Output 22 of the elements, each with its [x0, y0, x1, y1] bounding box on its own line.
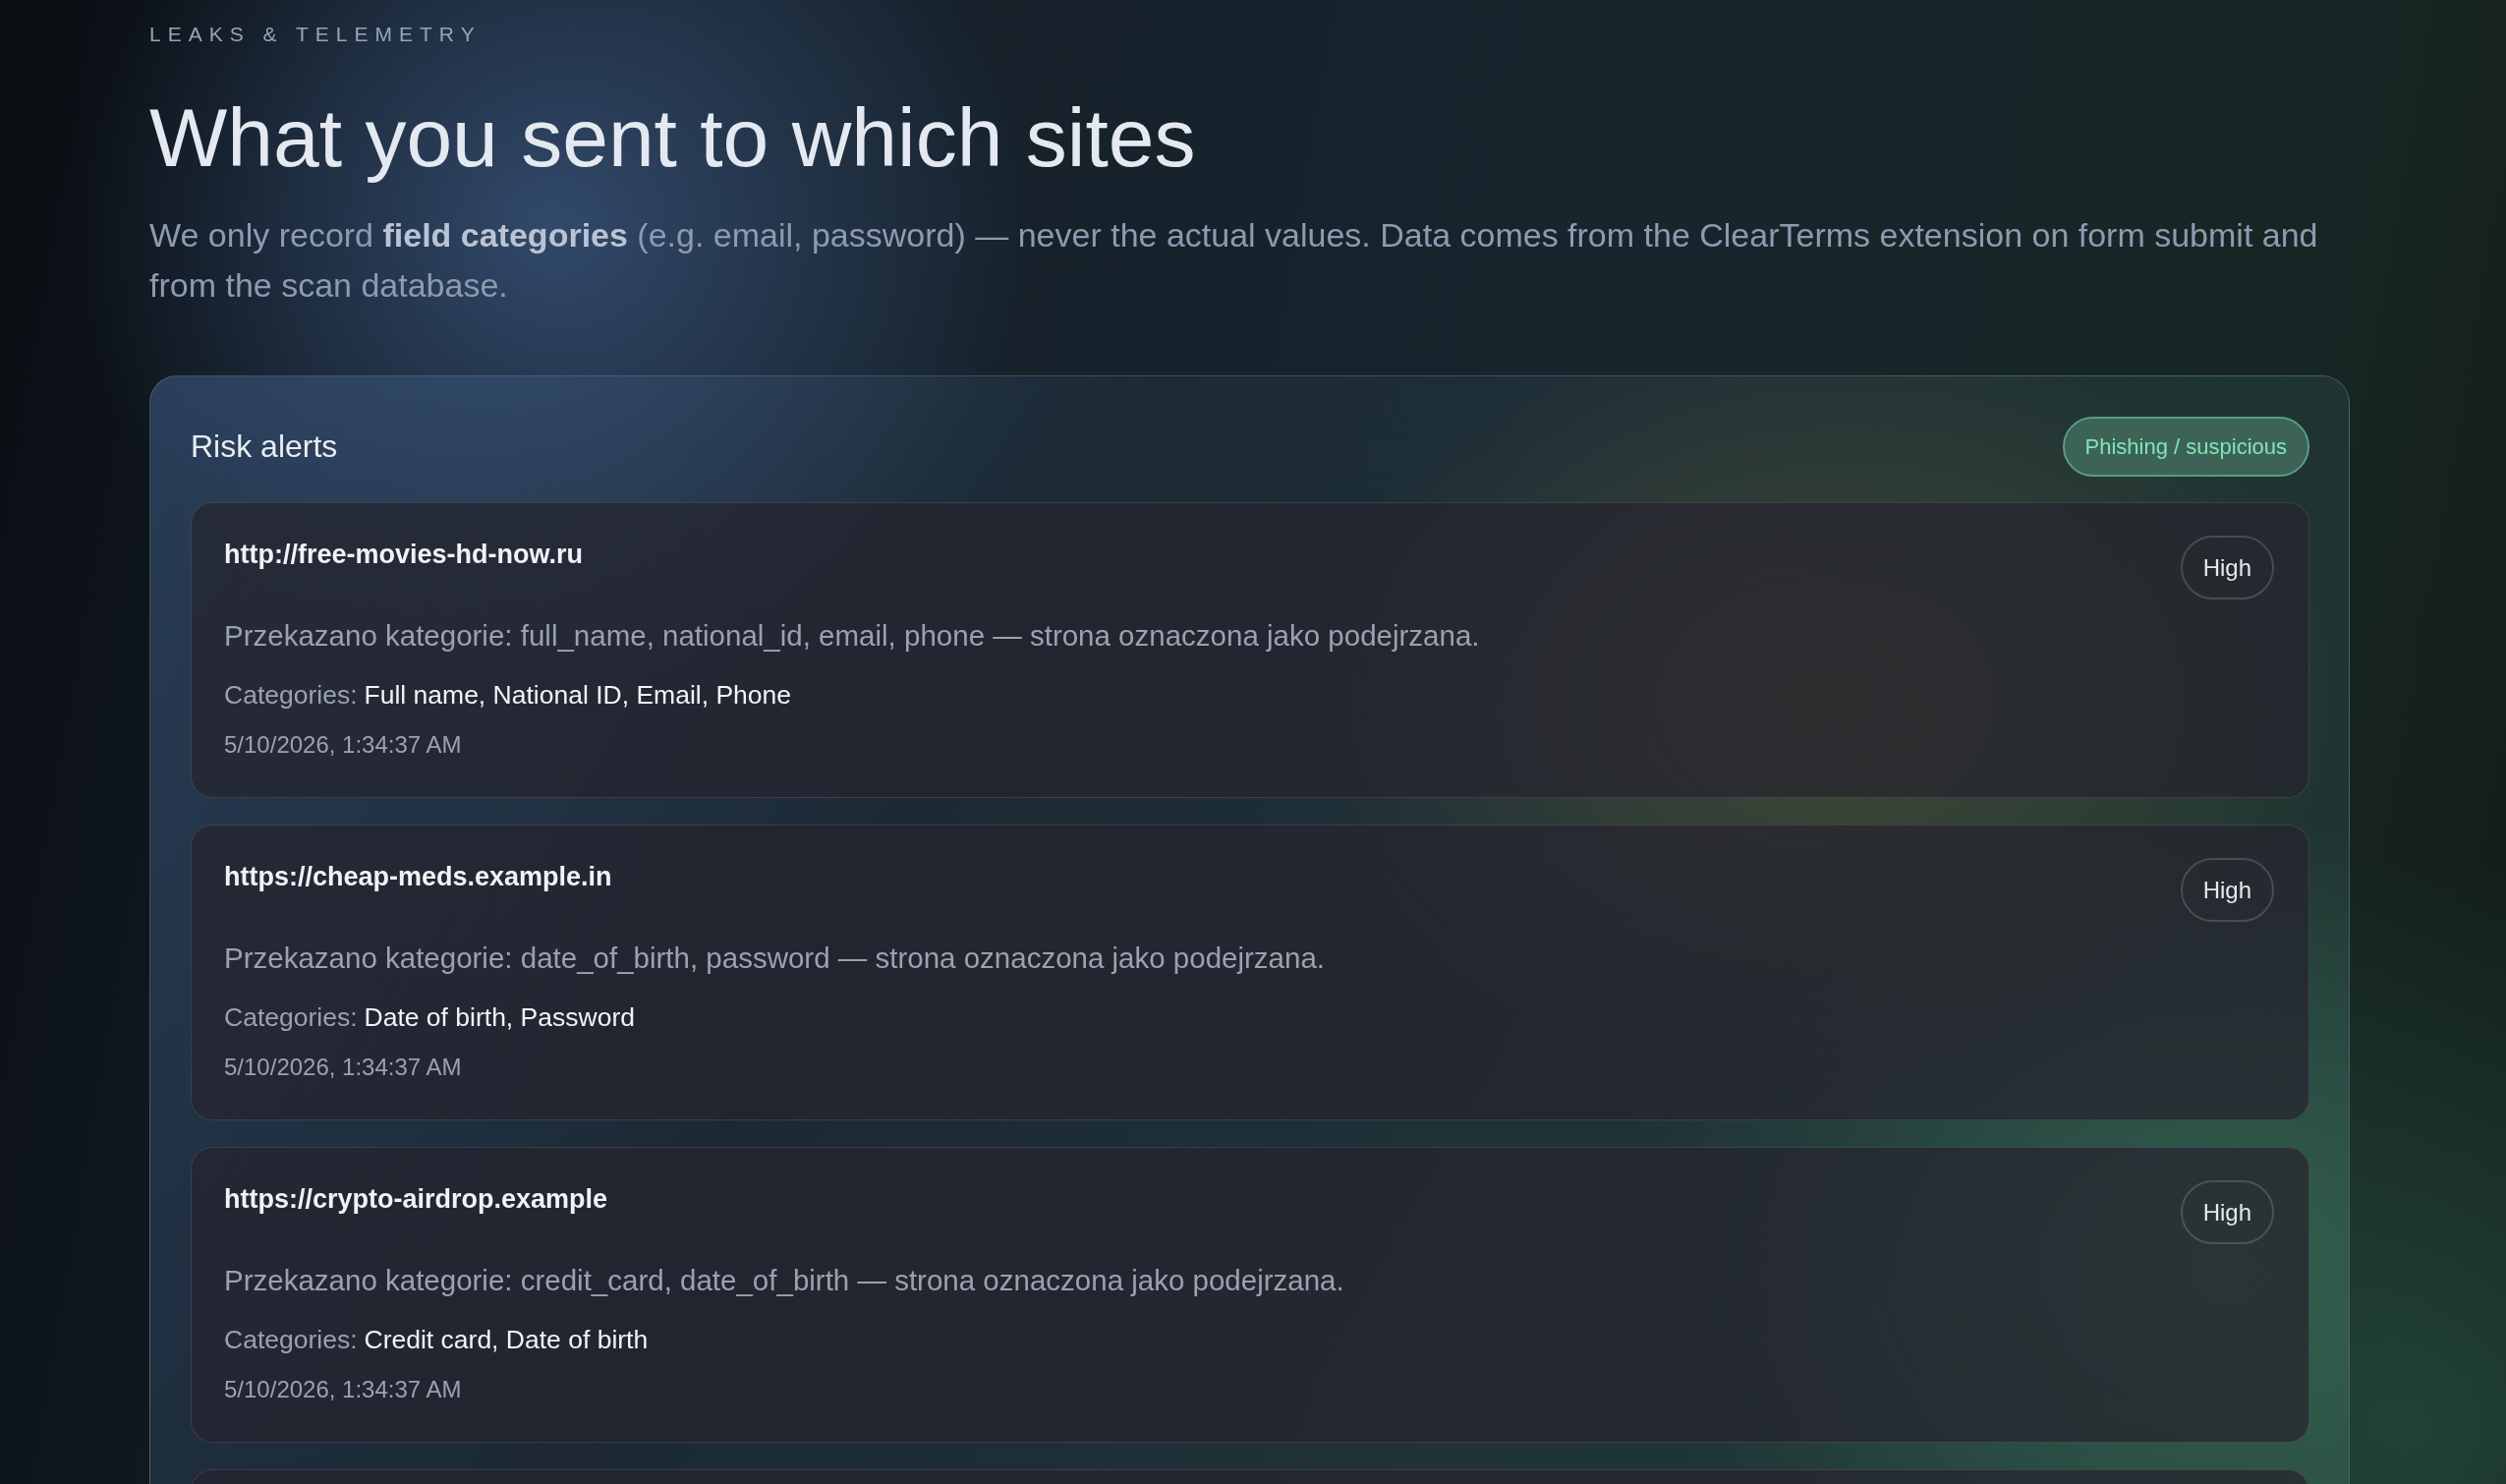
status-tag: Phishing / suspicious	[2062, 417, 2309, 477]
categories-label: Categories:	[224, 1001, 358, 1034]
severity-tag: High	[2180, 1180, 2274, 1244]
panel-title: Risk alerts	[191, 428, 338, 465]
alert-description: Przekazano kategorie: credit_card, date_of_birth — strona oznaczona jako podejrzana.	[224, 1263, 1345, 1298]
categories-label: Categories:	[224, 679, 358, 712]
severity-tag: High	[2180, 536, 2274, 599]
site-url: https://cheap-meds.example.in	[224, 861, 612, 893]
alert-description: Przekazano kategorie: full_name, national_id, email, phone — strona oznaczona jako podejrzana.	[224, 618, 1481, 654]
alert-timestamp: 5/10/2026, 1:34:37 AM	[224, 1053, 463, 1082]
site-url: https://crypto-airdrop.example	[224, 1183, 608, 1216]
severity-tag: High	[2180, 858, 2274, 922]
categories-label: Categories:	[224, 1324, 358, 1356]
alert-timestamp: 5/10/2026, 1:34:37 AM	[224, 1375, 463, 1404]
alert-description: Przekazano kategorie: date_of_birth, password — strona oznaczona jako podejrzana.	[224, 941, 1327, 976]
section-eyebrow: LEAKS & TELEMETRY	[149, 22, 483, 47]
alert-timestamp: 5/10/2026, 1:34:37 AM	[224, 730, 463, 760]
categories-value: Full name, National ID, Email, Phone	[364, 679, 792, 712]
intro-paragraph: We only record field categories (e.g. email, password) — never the actual values. Data comes from the ClearTerms extension on form submit and from the scan database.	[149, 215, 2319, 306]
categories-value: Credit card, Date of birth	[364, 1324, 649, 1356]
site-url: http://free-movies-hd-now.ru	[224, 539, 583, 571]
categories-value: Date of birth, Password	[364, 1001, 635, 1034]
